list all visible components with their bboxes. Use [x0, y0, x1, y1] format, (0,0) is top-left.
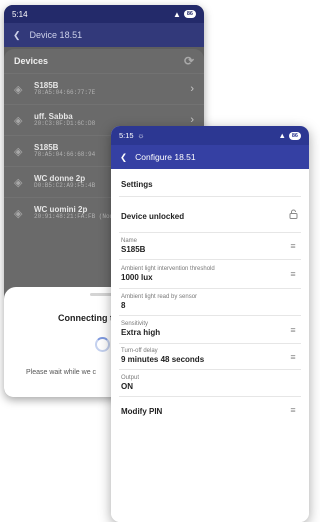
front-phone-screen: 5:15 ☼ ▲ 86 ❮ Configure 18.51 Settings D… [111, 126, 309, 522]
sliders-icon[interactable]: ≡ [287, 352, 299, 362]
dialog-title: Connecting t [58, 313, 113, 323]
sliders-icon[interactable]: ≡ [287, 269, 299, 279]
turnoff-delay-row[interactable]: Turn-off delay 9 minutes 48 seconds ≡ [119, 344, 301, 370]
back-arrow-icon[interactable]: ❮ [13, 30, 21, 41]
light-read-value: 8 [121, 300, 126, 310]
threshold-label: Ambient light intervention threshold [121, 265, 215, 272]
threshold-value: 1000 lux [121, 272, 153, 282]
light-read-label: Ambient light read by sensor [121, 293, 198, 300]
status-time: 5:14 [12, 9, 28, 19]
devices-header: Devices ⟳ [4, 49, 204, 73]
devices-title: Devices [14, 56, 49, 66]
sensitivity-value: Extra high [121, 328, 161, 338]
settings-header: Settings [119, 169, 301, 197]
signal-icon: ▲ [172, 9, 181, 19]
name-row[interactable]: Name S185B ≡ [119, 233, 301, 260]
dialog-message: Please wait while we c [26, 369, 97, 376]
device-unlocked-label: Device unlocked [121, 211, 185, 221]
signal-icon: ▲ [278, 131, 286, 140]
wifi-icon: ◈ [14, 176, 23, 189]
app-bar-title: Device 18.51 [29, 30, 83, 40]
wifi-icon: ◈ [14, 207, 23, 220]
app-bar: ❮ Device 18.51 [4, 23, 204, 47]
system-icons: ▲ 86 [173, 10, 196, 19]
chevron-right-icon: › [190, 114, 194, 126]
wifi-icon: ◈ [14, 83, 23, 96]
loading-spinner [95, 337, 110, 352]
lock-icon[interactable] [287, 209, 299, 221]
name-value: S185B [121, 244, 146, 254]
status-bar: 5:14 ▲ 86 [4, 5, 204, 23]
modify-pin-row[interactable]: Modify PIN ≡ [119, 397, 301, 423]
system-icons: ▲ 86 [278, 131, 301, 140]
status-time: 5:15 [119, 131, 134, 140]
settings-title: Settings [121, 179, 153, 189]
light-read-row: Ambient light read by sensor 8 [119, 289, 301, 316]
chevron-right-icon: › [190, 83, 194, 95]
wifi-icon: ◈ [14, 114, 23, 127]
notification-icon: ☼ [137, 131, 145, 140]
output-label: Output [121, 374, 140, 381]
turnoff-delay-label: Turn-off delay [121, 348, 158, 355]
battery-icon: 86 [288, 131, 301, 140]
status-bar: 5:15 ☼ ▲ 86 [111, 126, 309, 145]
sliders-icon[interactable]: ≡ [287, 241, 299, 251]
sensitivity-row[interactable]: Sensitivity Extra high ≡ [119, 316, 301, 344]
app-bar-title: Configure 18.51 [135, 152, 196, 162]
device-text: S185B 78:A5:04:66:77:7E [34, 81, 182, 97]
back-arrow-icon[interactable]: ❮ [120, 152, 127, 163]
wifi-icon: ◈ [14, 145, 23, 158]
turnoff-delay-value: 9 minutes 48 seconds [121, 355, 205, 365]
device-list-item[interactable]: ◈ S185B 78:A5:04:66:77:7E › [4, 73, 204, 104]
refresh-icon[interactable]: ⟳ [184, 54, 194, 68]
modify-pin-label: Modify PIN [121, 407, 163, 417]
device-unlocked-row[interactable]: Device unlocked [119, 197, 301, 233]
threshold-row[interactable]: Ambient light intervention threshold 100… [119, 260, 301, 289]
sliders-icon[interactable]: ≡ [287, 405, 299, 415]
app-bar: ❮ Configure 18.51 [111, 145, 309, 169]
output-row: Output ON [119, 370, 301, 397]
name-label: Name [121, 237, 138, 244]
output-value: ON [121, 381, 133, 391]
sensitivity-label: Sensitivity [121, 321, 149, 328]
sliders-icon[interactable]: ≡ [287, 325, 299, 335]
battery-icon: 86 [183, 10, 196, 18]
settings-panel: Settings Device unlocked Name S185B ≡ Am… [111, 169, 309, 522]
device-mac: 78:A5:04:66:77:7E [34, 89, 96, 97]
